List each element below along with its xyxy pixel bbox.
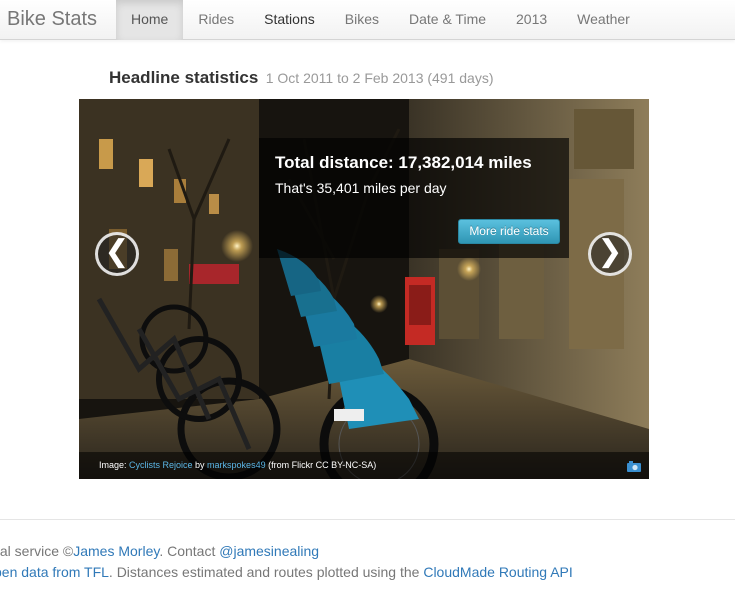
page-title: Headline statistics 1 Oct 2011 to 2 Feb … [109,68,494,88]
carousel-next-icon[interactable]: ❯ [588,232,632,276]
photo-link[interactable]: Cyclists Rejoice [129,460,193,470]
camera-icon[interactable] [627,461,641,472]
cloudmade-api-link[interactable]: CloudMade Routing API [423,564,572,580]
stats-carousel: Total distance: 17,382,014 miles That's … [79,99,649,479]
footer-divider [0,519,735,520]
footer-credit: tal service ©James Morley. Contact @jame… [0,543,320,559]
more-ride-stats-button[interactable]: More ride stats [458,219,560,244]
nav-item-2013[interactable]: 2013 [501,0,562,40]
headline-title: Headline statistics [109,68,259,87]
author-link[interactable]: markspokes49 [207,460,266,470]
nav-item-rides[interactable]: Rides [183,0,249,40]
nav-item-bikes[interactable]: Bikes [330,0,394,40]
twitter-handle-link[interactable]: @jamesinealing [219,543,319,559]
image-credit-bar: Image: Cyclists Rejoice by markspokes49 … [79,452,649,479]
nav-item-stations[interactable]: Stations [249,0,330,40]
author-name-link[interactable]: James Morley [73,543,159,559]
total-distance-heading: Total distance: 17,382,014 miles [275,153,532,172]
tfl-open-data-link[interactable]: pen data from TFL [0,564,109,580]
footer-data-sources: pen data from TFL. Distances estimated a… [0,564,573,580]
carousel-caption: Total distance: 17,382,014 miles That's … [259,138,569,258]
navbar: Bike Stats Home Rides Stations Bikes Dat… [0,0,735,40]
carousel-prev-icon[interactable]: ❮ [95,232,139,276]
nav-item-home[interactable]: Home [116,0,184,40]
headline-date-range: 1 Oct 2011 to 2 Feb 2013 (491 days) [265,70,494,86]
nav-item-weather[interactable]: Weather [562,0,645,40]
miles-per-day-text: That's 35,401 miles per day [275,180,447,196]
brand-logo[interactable]: Bike Stats [0,0,116,40]
image-credit: Image: Cyclists Rejoice by markspokes49 … [99,460,377,470]
nav-item-date-time[interactable]: Date & Time [394,0,501,40]
nav-menu: Home Rides Stations Bikes Date & Time 20… [116,0,645,40]
